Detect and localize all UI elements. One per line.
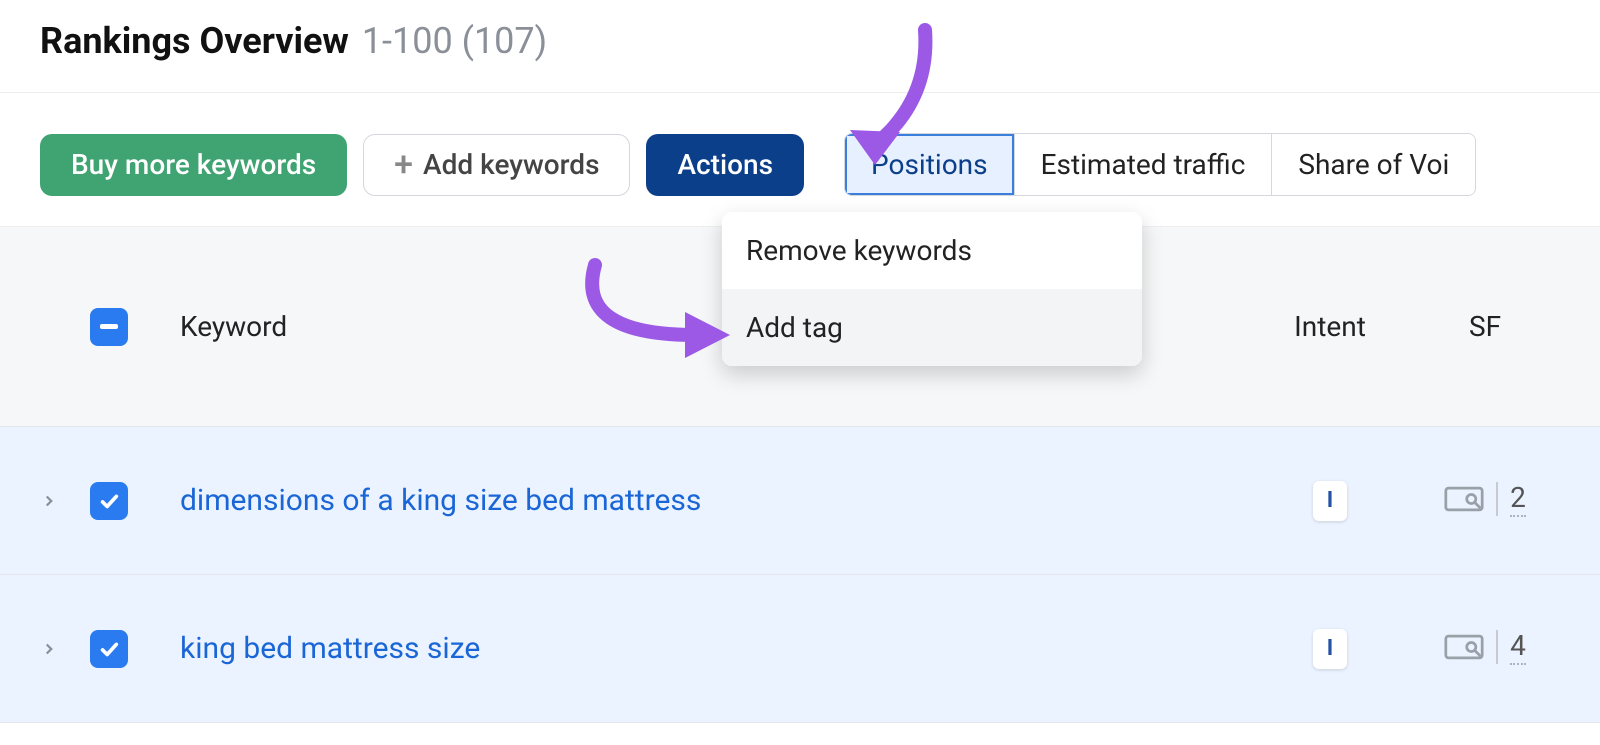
chevron-right-icon xyxy=(40,635,58,665)
col-header-sf[interactable]: SF xyxy=(1410,310,1560,343)
intent-badge[interactable]: I xyxy=(1313,629,1347,669)
tab-positions[interactable]: Positions xyxy=(845,134,1015,195)
select-all-checkbox[interactable] xyxy=(90,308,128,346)
plus-icon: + xyxy=(394,148,413,182)
sf-separator xyxy=(1496,482,1498,516)
keyword-link[interactable]: king bed mattress size xyxy=(180,631,480,666)
actions-button[interactable]: Actions xyxy=(646,134,804,196)
buy-more-keywords-button[interactable]: Buy more keywords xyxy=(40,134,347,196)
serp-features-icon xyxy=(1444,632,1484,662)
sf-separator xyxy=(1496,630,1498,664)
expand-toggle[interactable] xyxy=(40,632,90,665)
table-row: dimensions of a king size bed mattress I… xyxy=(0,427,1600,575)
menu-add-tag[interactable]: Add tag xyxy=(722,289,1142,366)
tab-share-of-voice[interactable]: Share of Voi xyxy=(1272,134,1475,195)
page-range: 1-100 (107) xyxy=(362,20,547,62)
tab-estimated-traffic[interactable]: Estimated traffic xyxy=(1015,134,1273,195)
actions-dropdown: Remove keywordsAdd tag xyxy=(722,212,1142,366)
expand-toggle[interactable] xyxy=(40,484,90,517)
buy-more-keywords-label: Buy more keywords xyxy=(71,148,316,181)
sf-count: 2 xyxy=(1510,481,1526,517)
toolbar: Buy more keywords + Add keywords Actions… xyxy=(0,93,1600,227)
table-row: king bed mattress size I 4 xyxy=(0,575,1600,723)
chevron-right-icon xyxy=(40,487,58,517)
sf-cell[interactable]: 4 xyxy=(1444,629,1526,665)
add-keywords-button[interactable]: + Add keywords xyxy=(363,134,630,196)
row-checkbox[interactable] xyxy=(90,630,128,668)
col-header-intent[interactable]: Intent xyxy=(1250,310,1410,343)
menu-remove-keywords[interactable]: Remove keywords xyxy=(722,212,1142,289)
sf-count: 4 xyxy=(1510,629,1526,665)
col-checkbox xyxy=(90,308,160,346)
serp-features-icon xyxy=(1444,484,1484,514)
view-tabs: Positions Estimated traffic Share of Voi xyxy=(844,133,1476,196)
sf-cell[interactable]: 2 xyxy=(1444,481,1526,517)
actions-label: Actions xyxy=(677,148,773,181)
add-keywords-label: Add keywords xyxy=(423,148,599,181)
keyword-link[interactable]: dimensions of a king size bed mattress xyxy=(180,483,701,518)
page-title: Rankings Overview xyxy=(40,20,349,62)
row-checkbox[interactable] xyxy=(90,482,128,520)
page-header: Rankings Overview 1-100 (107) xyxy=(0,0,1600,93)
intent-badge[interactable]: I xyxy=(1313,481,1347,521)
